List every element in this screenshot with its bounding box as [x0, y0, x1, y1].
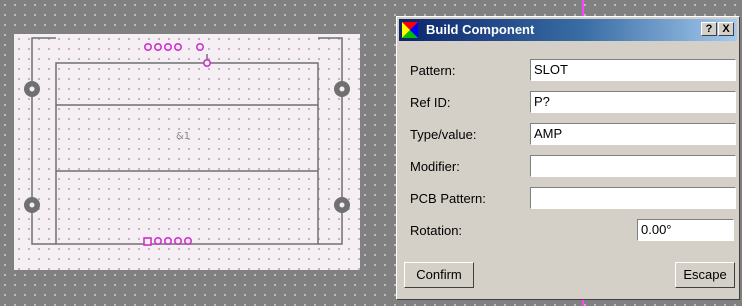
ref-id-label: Ref ID:	[410, 95, 451, 110]
pattern-label: Pattern:	[410, 63, 456, 78]
app-icon	[402, 22, 418, 38]
dialog-title: Build Component	[426, 22, 535, 37]
crosshair-line	[582, 0, 584, 16]
rotation-input[interactable]: 0.00°	[637, 219, 734, 241]
type-value-input[interactable]: AMP	[530, 123, 736, 145]
modifier-label: Modifier:	[410, 159, 460, 174]
ref-id-input[interactable]: P?	[530, 91, 736, 113]
component-canvas[interactable]: &1	[14, 34, 360, 270]
close-button[interactable]: X	[718, 22, 734, 36]
outline-left	[31, 37, 56, 245]
outline-right	[318, 37, 343, 245]
type-value-label: Type/value:	[410, 127, 477, 142]
crosshair-line	[582, 300, 584, 306]
component-drawing	[24, 37, 350, 246]
mounting-holes	[24, 81, 350, 213]
help-button[interactable]: ?	[701, 22, 717, 36]
ref-designator-label: &1	[176, 131, 191, 142]
rotation-label: Rotation:	[410, 223, 463, 238]
pcb-pattern-label: PCB Pattern:	[410, 191, 486, 206]
dialog-titlebar[interactable]: Build Component ? X	[399, 19, 737, 41]
pattern-input[interactable]: SLOT	[530, 59, 736, 81]
build-component-dialog: Build Component ? X Pattern: SLOT Ref ID…	[396, 16, 740, 300]
confirm-button[interactable]: Confirm	[404, 262, 474, 288]
pcb-pattern-input[interactable]	[530, 187, 736, 209]
modifier-input[interactable]	[530, 155, 736, 177]
component-body	[55, 62, 319, 245]
escape-button[interactable]: Escape	[675, 262, 735, 288]
